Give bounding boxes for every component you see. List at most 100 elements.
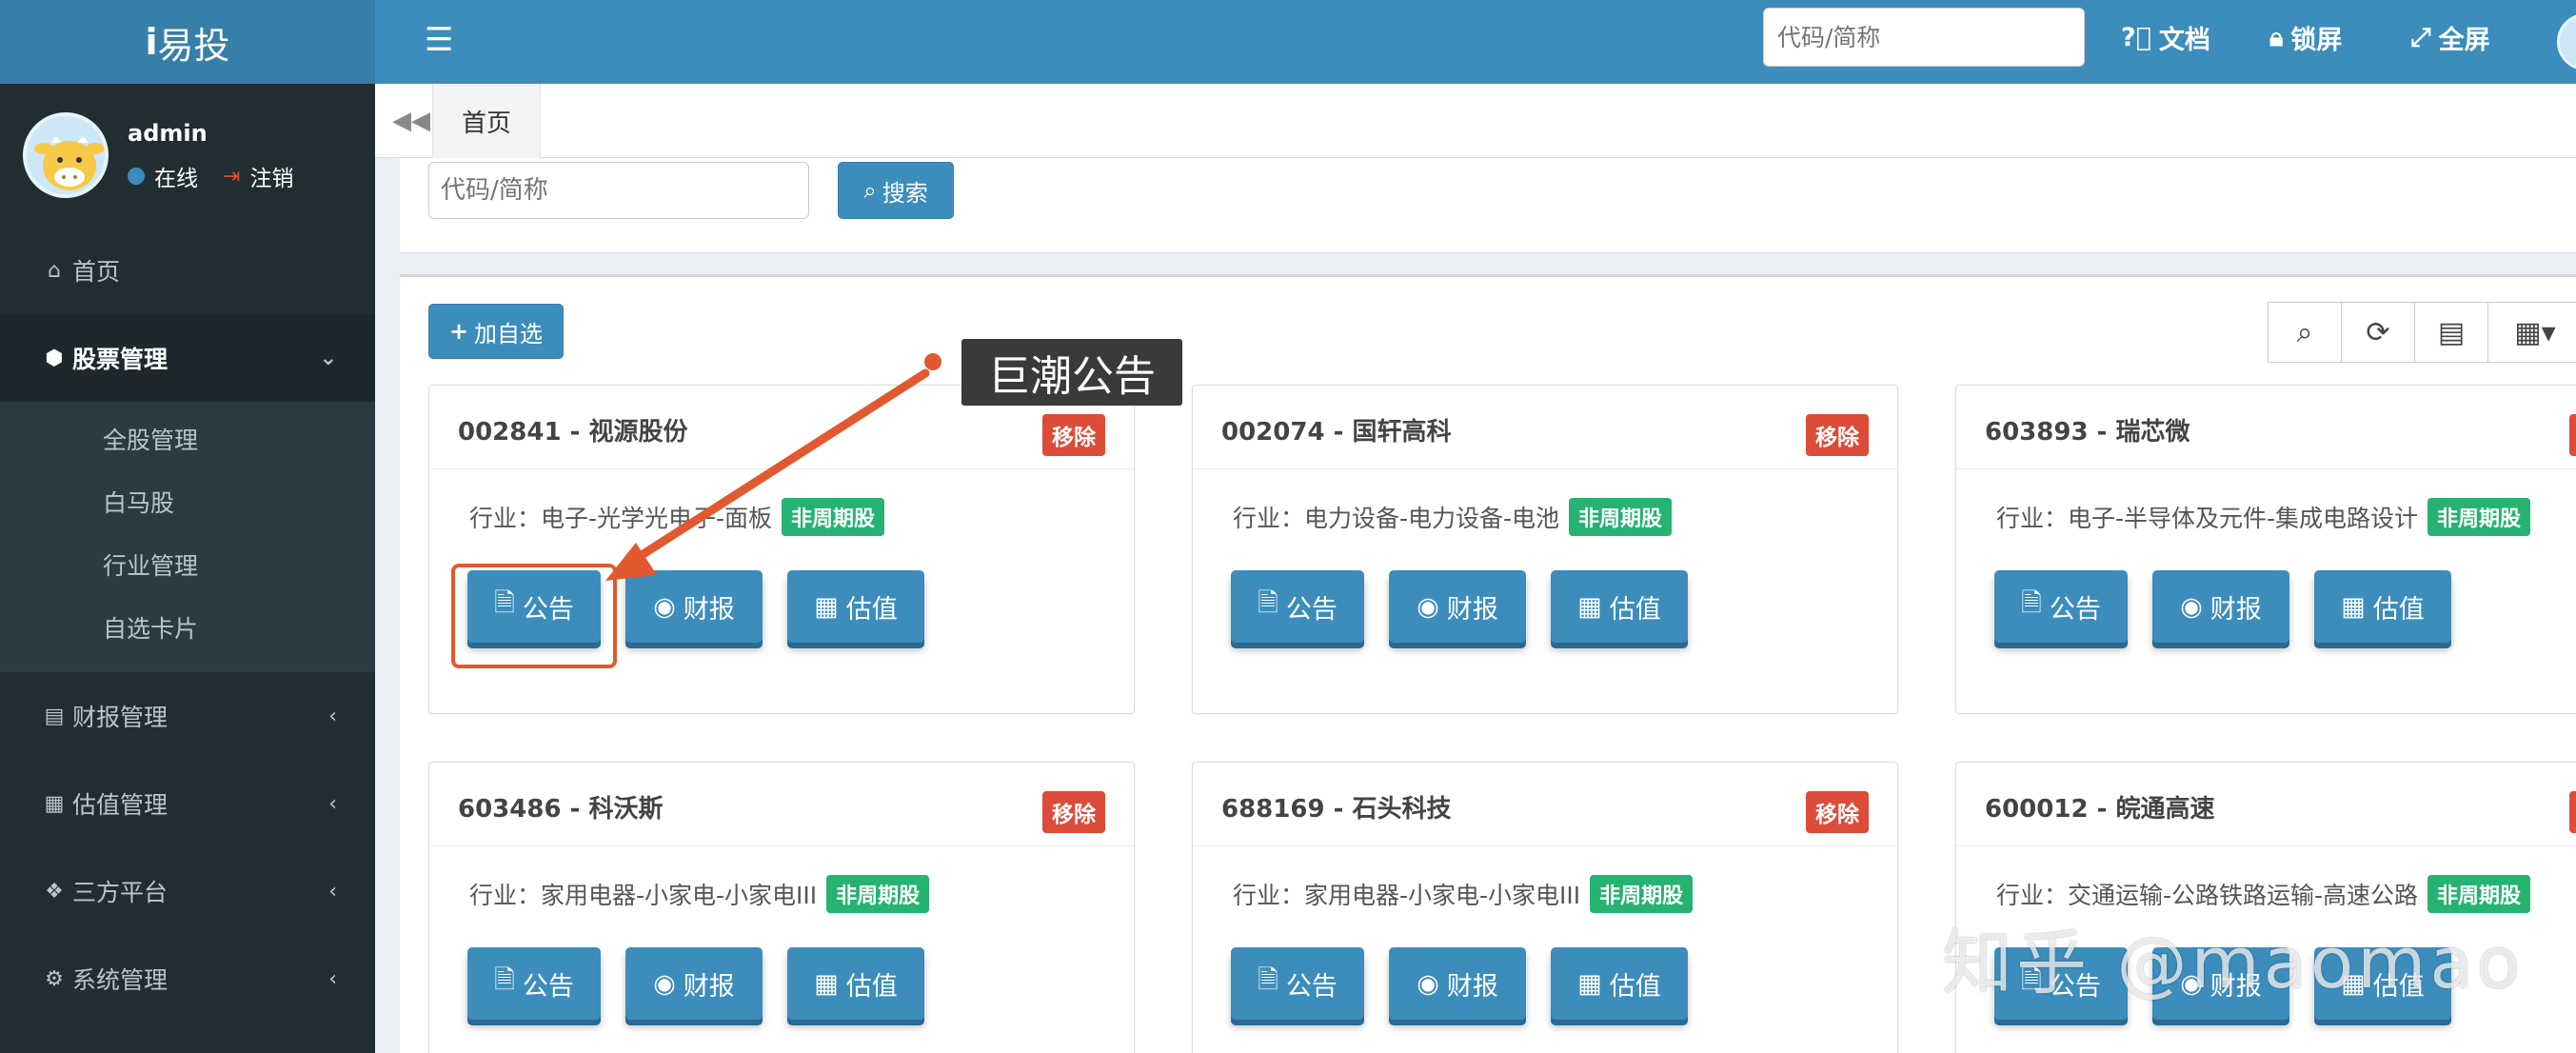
sidebar-item-stock-mgmt[interactable]: ⬢ 股票管理 ⌄ xyxy=(0,314,375,402)
sidebar-item-all-stocks[interactable]: 全股管理 xyxy=(0,407,375,470)
remove-button[interactable]: 移除 xyxy=(1806,414,1869,456)
industry-label: 行业：家用电器-小家电-小家电III xyxy=(1233,882,1581,909)
valuation-button[interactable]: ▦ 估值 xyxy=(1551,947,1688,1020)
toolbar-list-button[interactable]: ▤ xyxy=(2414,302,2488,363)
search-input[interactable] xyxy=(428,162,809,219)
sidebar-item-label: 估值管理 xyxy=(72,791,168,819)
announcement-label: 公告 xyxy=(522,971,574,1002)
card-title: 688169 - 石头科技 xyxy=(1221,795,1452,824)
card-title: 002841 - 视源股份 xyxy=(458,418,688,447)
logout-link[interactable]: 注销 xyxy=(249,160,293,192)
sidebar-item-valuation[interactable]: ▦ 估值管理 ‹ xyxy=(0,760,375,847)
tab-scroll-left-icon[interactable]: ◀◀ xyxy=(392,107,430,135)
docs-label: 文档 xyxy=(2158,26,2210,55)
financials-button[interactable]: ◉ 财报 xyxy=(2152,570,2289,643)
cow-avatar-icon xyxy=(27,116,105,194)
financials-button[interactable]: ◉ 财报 xyxy=(1389,570,1526,643)
remove-button[interactable]: 移除 xyxy=(2569,414,2576,456)
search-button-label: 搜索 xyxy=(882,179,928,207)
financials-button[interactable]: ◉ 财报 xyxy=(625,570,763,643)
sidebar-item-bluechip[interactable]: 白马股 xyxy=(0,470,375,533)
cyclical-badge: 非周期股 xyxy=(826,875,930,913)
watermark: 知乎 @maomao xyxy=(1942,923,2524,1004)
valuation-button[interactable]: ▦ 估值 xyxy=(787,947,924,1020)
sidebar-item-label: 系统管理 xyxy=(72,966,168,994)
header-search-input[interactable] xyxy=(1763,8,2085,67)
sidebar-item-system[interactable]: ⚙ 系统管理 ‹ xyxy=(0,935,375,1023)
remove-button[interactable]: 移除 xyxy=(2569,791,2576,833)
plus-icon: + xyxy=(448,318,469,345)
cyclical-badge: 非周期股 xyxy=(782,498,885,536)
sidebar-item-watchlist-cards[interactable]: 自选卡片 xyxy=(0,596,375,659)
add-watchlist-label: 加自选 xyxy=(474,320,544,348)
announcement-button[interactable]: 🗎︎ 公告 xyxy=(1231,570,1364,643)
announcement-button[interactable]: 🗎︎ 公告 xyxy=(1231,947,1364,1020)
home-icon: ⌂ xyxy=(48,258,61,283)
fullscreen-link[interactable]: ⤢ 全屏 xyxy=(2410,19,2490,56)
fullscreen-label: 全屏 xyxy=(2438,26,2490,55)
valuation-label: 估值 xyxy=(1609,594,1661,625)
expand-icon: ⤢ xyxy=(2410,22,2431,52)
industry-label: 行业：家用电器-小家电-小家电III xyxy=(469,882,818,909)
grid-icon: ▦▾ xyxy=(2514,315,2556,349)
remove-button[interactable]: 移除 xyxy=(1042,791,1105,833)
sidebar-item-label: 财报管理 xyxy=(72,704,168,731)
valuation-button[interactable]: ▦ 估值 xyxy=(2314,570,2451,643)
card-header: 600012 - 皖通高速 移除 xyxy=(1956,763,2576,846)
cubes-icon: ❖ xyxy=(45,879,64,904)
sidebar-item-financials[interactable]: ▤ 财报管理 ‹ xyxy=(0,672,375,760)
financials-label: 财报 xyxy=(683,594,735,625)
industry-label: 行业：电子-光学光电子-面板 xyxy=(469,505,773,532)
calculator-icon: ▦ xyxy=(44,791,65,816)
brand-name: 易投 xyxy=(157,24,230,67)
valuation-label: 估值 xyxy=(845,594,898,625)
toolbar-refresh-button[interactable]: ⟳ xyxy=(2341,302,2415,363)
logout-icon[interactable]: ⇥ xyxy=(223,165,240,189)
valuation-button[interactable]: ▦ 估值 xyxy=(787,570,924,643)
header-avatar[interactable] xyxy=(2557,13,2576,70)
financials-label: 财报 xyxy=(683,971,735,1002)
sidebar-group-stock: ⬢ 股票管理 ⌄ 全股管理 白马股 行业管理 自选卡片 xyxy=(0,314,375,672)
chevron-left-icon: ‹ xyxy=(328,966,337,991)
user-panel: admin 在线 ⇥ 注销 xyxy=(0,84,375,198)
announcement-label: 公告 xyxy=(1285,594,1338,625)
toolbar-search-button[interactable]: ⌕ xyxy=(2268,302,2342,363)
sidebar-item-home[interactable]: ⌂ 首页 xyxy=(0,227,375,314)
sidebar-item-third-party[interactable]: ❖ 三方平台 ‹ xyxy=(0,847,375,935)
stock-card: 002074 - 国轩高科 移除 行业：电力设备-电力设备-电池 非周期股 🗎︎ 公告 ◉ 财… xyxy=(1192,385,1898,714)
menu-toggle-icon[interactable]: ☰ xyxy=(425,21,453,59)
sidebar-item-label: 三方平台 xyxy=(72,879,168,906)
financials-button[interactable]: ◉ 财报 xyxy=(625,947,763,1020)
sidebar-item-industry[interactable]: 行业管理 xyxy=(0,533,375,596)
cyclical-badge: 非周期股 xyxy=(1569,498,1673,536)
toolbar-columns-button[interactable]: ▦▾ xyxy=(2487,302,2576,363)
tab-home[interactable]: 首页 xyxy=(432,84,541,158)
cyclical-badge: 非周期股 xyxy=(2427,498,2531,536)
lock-label: 锁屏 xyxy=(2290,26,2343,55)
calculator-icon: ▦ xyxy=(2341,591,2366,622)
industry-label: 行业：电子-半导体及元件-集成电路设计 xyxy=(1996,505,2419,532)
sidebar-item-label: 首页 xyxy=(72,258,121,286)
card-title: 002074 - 国轩高科 xyxy=(1221,418,1452,447)
card-title: 603486 - 科沃斯 xyxy=(458,795,664,824)
valuation-label: 估值 xyxy=(845,971,898,1002)
add-watchlist-button[interactable]: + 加自选 xyxy=(428,304,564,359)
brand-logo[interactable]: i 易投 xyxy=(0,0,375,84)
lock-icon: 🔒︎ xyxy=(2269,22,2284,52)
remove-button[interactable]: 移除 xyxy=(1042,414,1105,456)
eye-icon: ◉ xyxy=(1417,591,1439,622)
docs-link[interactable]: ?⃝ 文档 xyxy=(2121,19,2210,56)
remove-button[interactable]: 移除 xyxy=(1806,791,1869,833)
card-title: 603893 - 瑞芯微 xyxy=(1985,418,2190,447)
valuation-label: 估值 xyxy=(1609,971,1661,1002)
lock-screen-link[interactable]: 🔒︎ 锁屏 xyxy=(2269,19,2342,56)
valuation-button[interactable]: ▦ 估值 xyxy=(1551,570,1688,643)
search-button[interactable]: ⌕ 搜索 xyxy=(838,162,954,219)
search-panel: ⌕ 搜索 xyxy=(400,158,2576,253)
annotation-highlight-box xyxy=(451,564,617,668)
file-pdf-icon: 🗎︎ xyxy=(2021,588,2042,618)
announcement-button[interactable]: 🗎︎ 公告 xyxy=(1994,570,2128,643)
sidebar-menu: ⌂ 首页 ⬢ 股票管理 ⌄ 全股管理 白马股 行业管理 自选卡片 ▤ 财报管理 … xyxy=(0,227,375,1023)
financials-button[interactable]: ◉ 财报 xyxy=(1389,947,1526,1020)
announcement-button[interactable]: 🗎︎ 公告 xyxy=(467,947,601,1020)
